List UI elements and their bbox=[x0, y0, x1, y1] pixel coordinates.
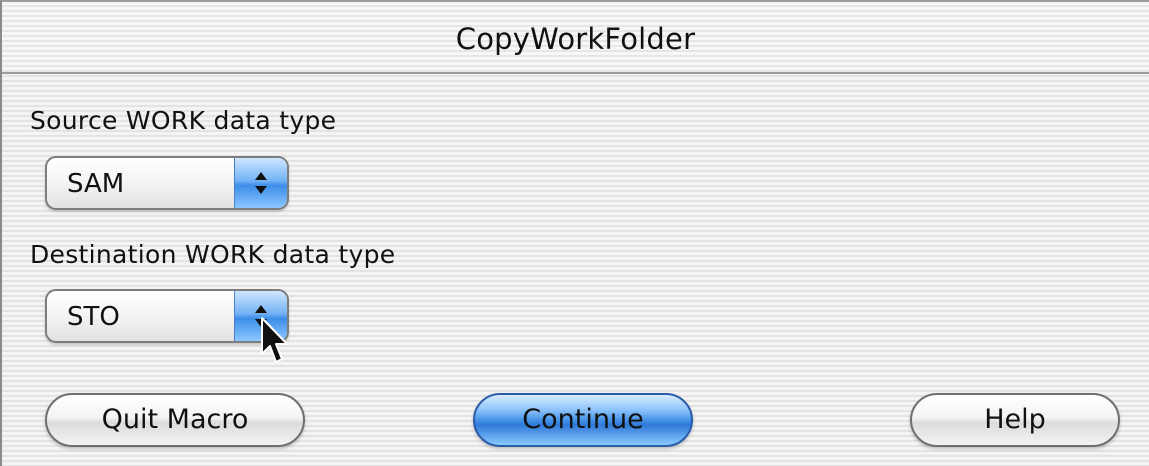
source-type-label: Source WORK data type bbox=[30, 106, 337, 135]
destination-type-label: Destination WORK data type bbox=[30, 240, 396, 269]
continue-button[interactable]: Continue bbox=[473, 393, 693, 447]
destination-type-popup[interactable]: STO bbox=[45, 289, 289, 343]
help-button[interactable]: Help bbox=[910, 393, 1120, 447]
source-type-value: SAM bbox=[67, 169, 125, 199]
window-title: CopyWorkFolder bbox=[455, 22, 696, 56]
destination-type-value: STO bbox=[67, 302, 120, 332]
title-bar[interactable]: CopyWorkFolder bbox=[2, 2, 1149, 74]
dialog-window: CopyWorkFolder Source WORK data type SAM… bbox=[0, 0, 1149, 466]
mouse-pointer-icon bbox=[261, 317, 288, 363]
updown-arrows-icon[interactable] bbox=[234, 158, 287, 208]
source-type-popup[interactable]: SAM bbox=[45, 156, 289, 210]
quit-macro-button[interactable]: Quit Macro bbox=[45, 393, 305, 447]
